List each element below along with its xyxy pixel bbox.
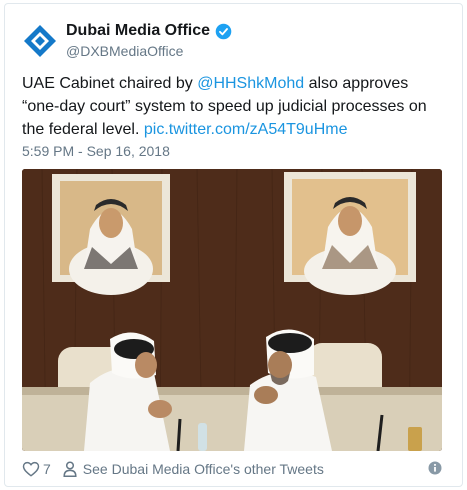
- avatar[interactable]: [22, 23, 58, 59]
- photo-scene: [22, 169, 442, 451]
- tweet-photo[interactable]: [22, 169, 442, 451]
- info-icon[interactable]: [428, 461, 442, 475]
- other-tweets-link[interactable]: See Dubai Media Office's other Tweets: [83, 461, 324, 477]
- heart-icon[interactable]: [22, 460, 40, 478]
- left-portrait: [52, 174, 170, 295]
- mention-link[interactable]: @HHShkMohd: [197, 75, 304, 92]
- tweet-timestamp[interactable]: 5:59 PM - Sep 16, 2018: [22, 143, 170, 159]
- tweet-footer: 7 See Dubai Media Office's other Tweets: [22, 459, 442, 479]
- tweet-text: UAE Cabinet chaired by @HHShkMohd also a…: [22, 72, 442, 141]
- person-icon: [63, 461, 77, 477]
- name-row: Dubai Media Office: [66, 22, 232, 40]
- media-link[interactable]: pic.twitter.com/zA54T9uHme: [144, 121, 348, 138]
- display-name[interactable]: Dubai Media Office: [66, 22, 210, 40]
- verified-badge-icon: [215, 23, 232, 39]
- account-handle[interactable]: @DXBMediaOffice: [66, 43, 183, 59]
- like-count[interactable]: 7: [43, 461, 51, 477]
- tweet-text-part1: UAE Cabinet chaired by: [22, 75, 198, 92]
- right-portrait: [284, 172, 416, 295]
- tweet-header: Dubai Media Office @DXBMediaOffice: [22, 20, 442, 66]
